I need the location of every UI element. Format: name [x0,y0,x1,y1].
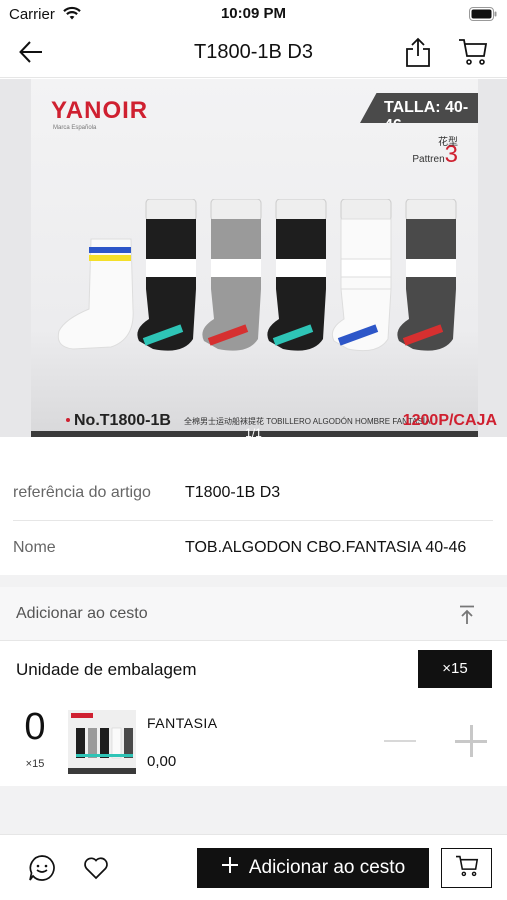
add-to-basket-label: Adicionar ao cesto [248,857,406,878]
name-row: Nome TOB.ALGODON CBO.FANTASIA 40-46 [0,521,507,577]
pattern-label: 花型 Pattren3 [412,137,458,168]
socks-illustration [57,199,457,352]
navigation-bar: T1800-1B D3 [0,28,507,78]
clock: 10:09 PM [220,5,287,22]
collapse-top-icon[interactable] [458,605,476,630]
add-to-basket-button[interactable]: Adicionar ao cesto [197,848,429,888]
add-plus-icon [221,856,239,880]
share-icon[interactable] [404,36,432,73]
status-bar: Carrier 10:09 PM [0,0,507,28]
product-image-carousel[interactable]: YANOIR Marca Española TALLA: 40-46 花型 Pat… [0,79,507,437]
brand-logo: YANOIR [51,97,149,124]
brand-subtitle: Marca Española [53,125,97,131]
variant-row: 0 ×15 FANTASIA 0,00 [0,698,507,784]
variant-name: FANTASIA [147,715,218,731]
product-photo: YANOIR Marca Española TALLA: 40-46 花型 Pat… [31,79,497,437]
empty-area [0,786,507,834]
packaging-unit-badge[interactable]: ×15 [418,650,492,688]
add-to-basket-title: Adicionar ao cesto [16,605,148,622]
reference-label: referência do artigo [13,484,151,501]
quantity-value: 0 [24,706,46,748]
heart-icon[interactable] [83,856,109,885]
chat-icon[interactable] [28,854,56,887]
reference-value: T1800-1B D3 [185,484,281,501]
cart-icon [455,855,479,882]
cart-icon[interactable] [458,38,488,71]
bullet-dot [66,418,70,422]
packaging-unit-row: Unidade de embalagem ×15 [0,642,507,698]
variant-thumbnail [68,710,136,774]
size-tag: TALLA: 40-46 [360,93,478,123]
name-label: Nome [13,539,56,556]
bottom-action-bar: Adicionar ao cesto [0,834,507,900]
cart-button[interactable] [441,848,492,888]
name-value: TOB.ALGODON CBO.FANTASIA 40-46 [185,539,467,556]
add-to-basket-header[interactable]: Adicionar ao cesto [0,587,507,641]
section-gap [0,575,507,587]
minus-icon[interactable] [384,740,416,742]
variant-price: 0,00 [147,753,177,770]
packaging-unit-label: Unidade de embalagem [16,660,197,679]
image-pager: 1/1 [245,426,262,437]
quantity-unit: ×15 [25,758,45,770]
battery-icon [469,7,497,26]
reference-row: referência do artigo T1800-1B D3 [0,464,507,520]
